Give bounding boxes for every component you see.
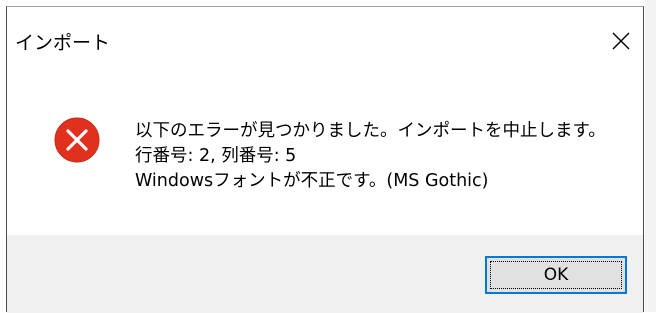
- dialog-title: インポート: [15, 32, 111, 54]
- import-error-dialog: インポート 以下のエラーが見つかりました。インポートを中止します。 行番号: 2…: [6, 6, 644, 313]
- message-line-detail: Windowsフォントが不正です。(MS Gothic): [135, 171, 489, 191]
- message-line-location: 行番号: 2, 列番号: 5: [135, 146, 297, 166]
- error-icon: [54, 117, 100, 163]
- ok-button[interactable]: OK: [485, 256, 627, 294]
- ok-button-label: OK: [543, 265, 569, 285]
- dialog-footer: OK: [7, 235, 643, 313]
- error-message: 以下のエラーが見つかりました。インポートを中止します。 行番号: 2, 列番号:…: [135, 119, 606, 194]
- close-button[interactable]: [599, 19, 643, 63]
- title-bar[interactable]: インポート: [7, 7, 643, 69]
- background-right: [645, 0, 656, 312]
- dialog-content: 以下のエラーが見つかりました。インポートを中止します。 行番号: 2, 列番号:…: [7, 69, 643, 235]
- close-icon: [612, 32, 630, 50]
- message-line-summary: 以下のエラーが見つかりました。インポートを中止します。: [135, 121, 606, 141]
